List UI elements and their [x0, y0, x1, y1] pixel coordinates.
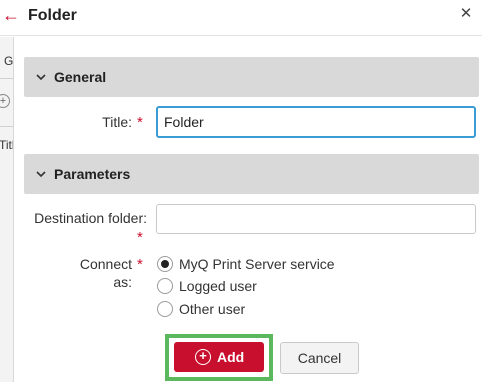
destination-folder-label: Destination folder: [34, 210, 147, 226]
radio-label: Logged user [179, 278, 257, 294]
section-parameters-header[interactable]: Parameters [24, 154, 479, 194]
background-tab[interactable]: G [4, 54, 13, 68]
section-general-label: General [54, 69, 107, 85]
required-marker: * [137, 256, 143, 273]
title-label: Title: [102, 114, 132, 130]
cancel-button[interactable]: Cancel [280, 342, 359, 374]
connect-as-label: Connect as: [79, 256, 132, 290]
radio-button[interactable] [157, 278, 173, 294]
radio-label: MyQ Print Server service [179, 256, 335, 272]
add-circle-icon[interactable]: + [0, 94, 10, 108]
required-marker: * [137, 114, 143, 131]
folder-dialog: ← Folder ✕ G + Titl General Title: * Par… [0, 0, 482, 382]
close-icon[interactable]: ✕ [458, 4, 474, 24]
radio-option-myq-print-server-service[interactable]: MyQ Print Server service [157, 254, 357, 274]
chevron-down-icon [36, 171, 46, 178]
divider [0, 126, 13, 127]
background-page-strip: G + Titl [0, 37, 14, 382]
background-column-label: Titl [0, 138, 14, 152]
section-parameters-label: Parameters [54, 166, 131, 182]
chevron-down-icon [36, 74, 46, 81]
radio-label: Other user [179, 301, 246, 317]
add-button-label: Add [217, 349, 245, 365]
radio-button[interactable] [157, 256, 173, 272]
required-marker: * [137, 229, 143, 246]
divider [0, 78, 13, 79]
arrow-left-icon[interactable]: ← [2, 5, 20, 25]
radio-option-other-user[interactable]: Other user [157, 299, 277, 319]
destination-folder-input[interactable] [156, 204, 476, 234]
radio-option-logged-user[interactable]: Logged user [157, 276, 277, 296]
plus-circle-icon: + [195, 349, 211, 365]
add-button[interactable]: + Add [174, 342, 264, 372]
title-input[interactable] [156, 106, 476, 138]
title-bar: ← Folder ✕ [0, 0, 482, 36]
radio-button[interactable] [157, 301, 173, 317]
dialog-title: Folder [28, 7, 77, 24]
section-general-header[interactable]: General [24, 57, 479, 97]
